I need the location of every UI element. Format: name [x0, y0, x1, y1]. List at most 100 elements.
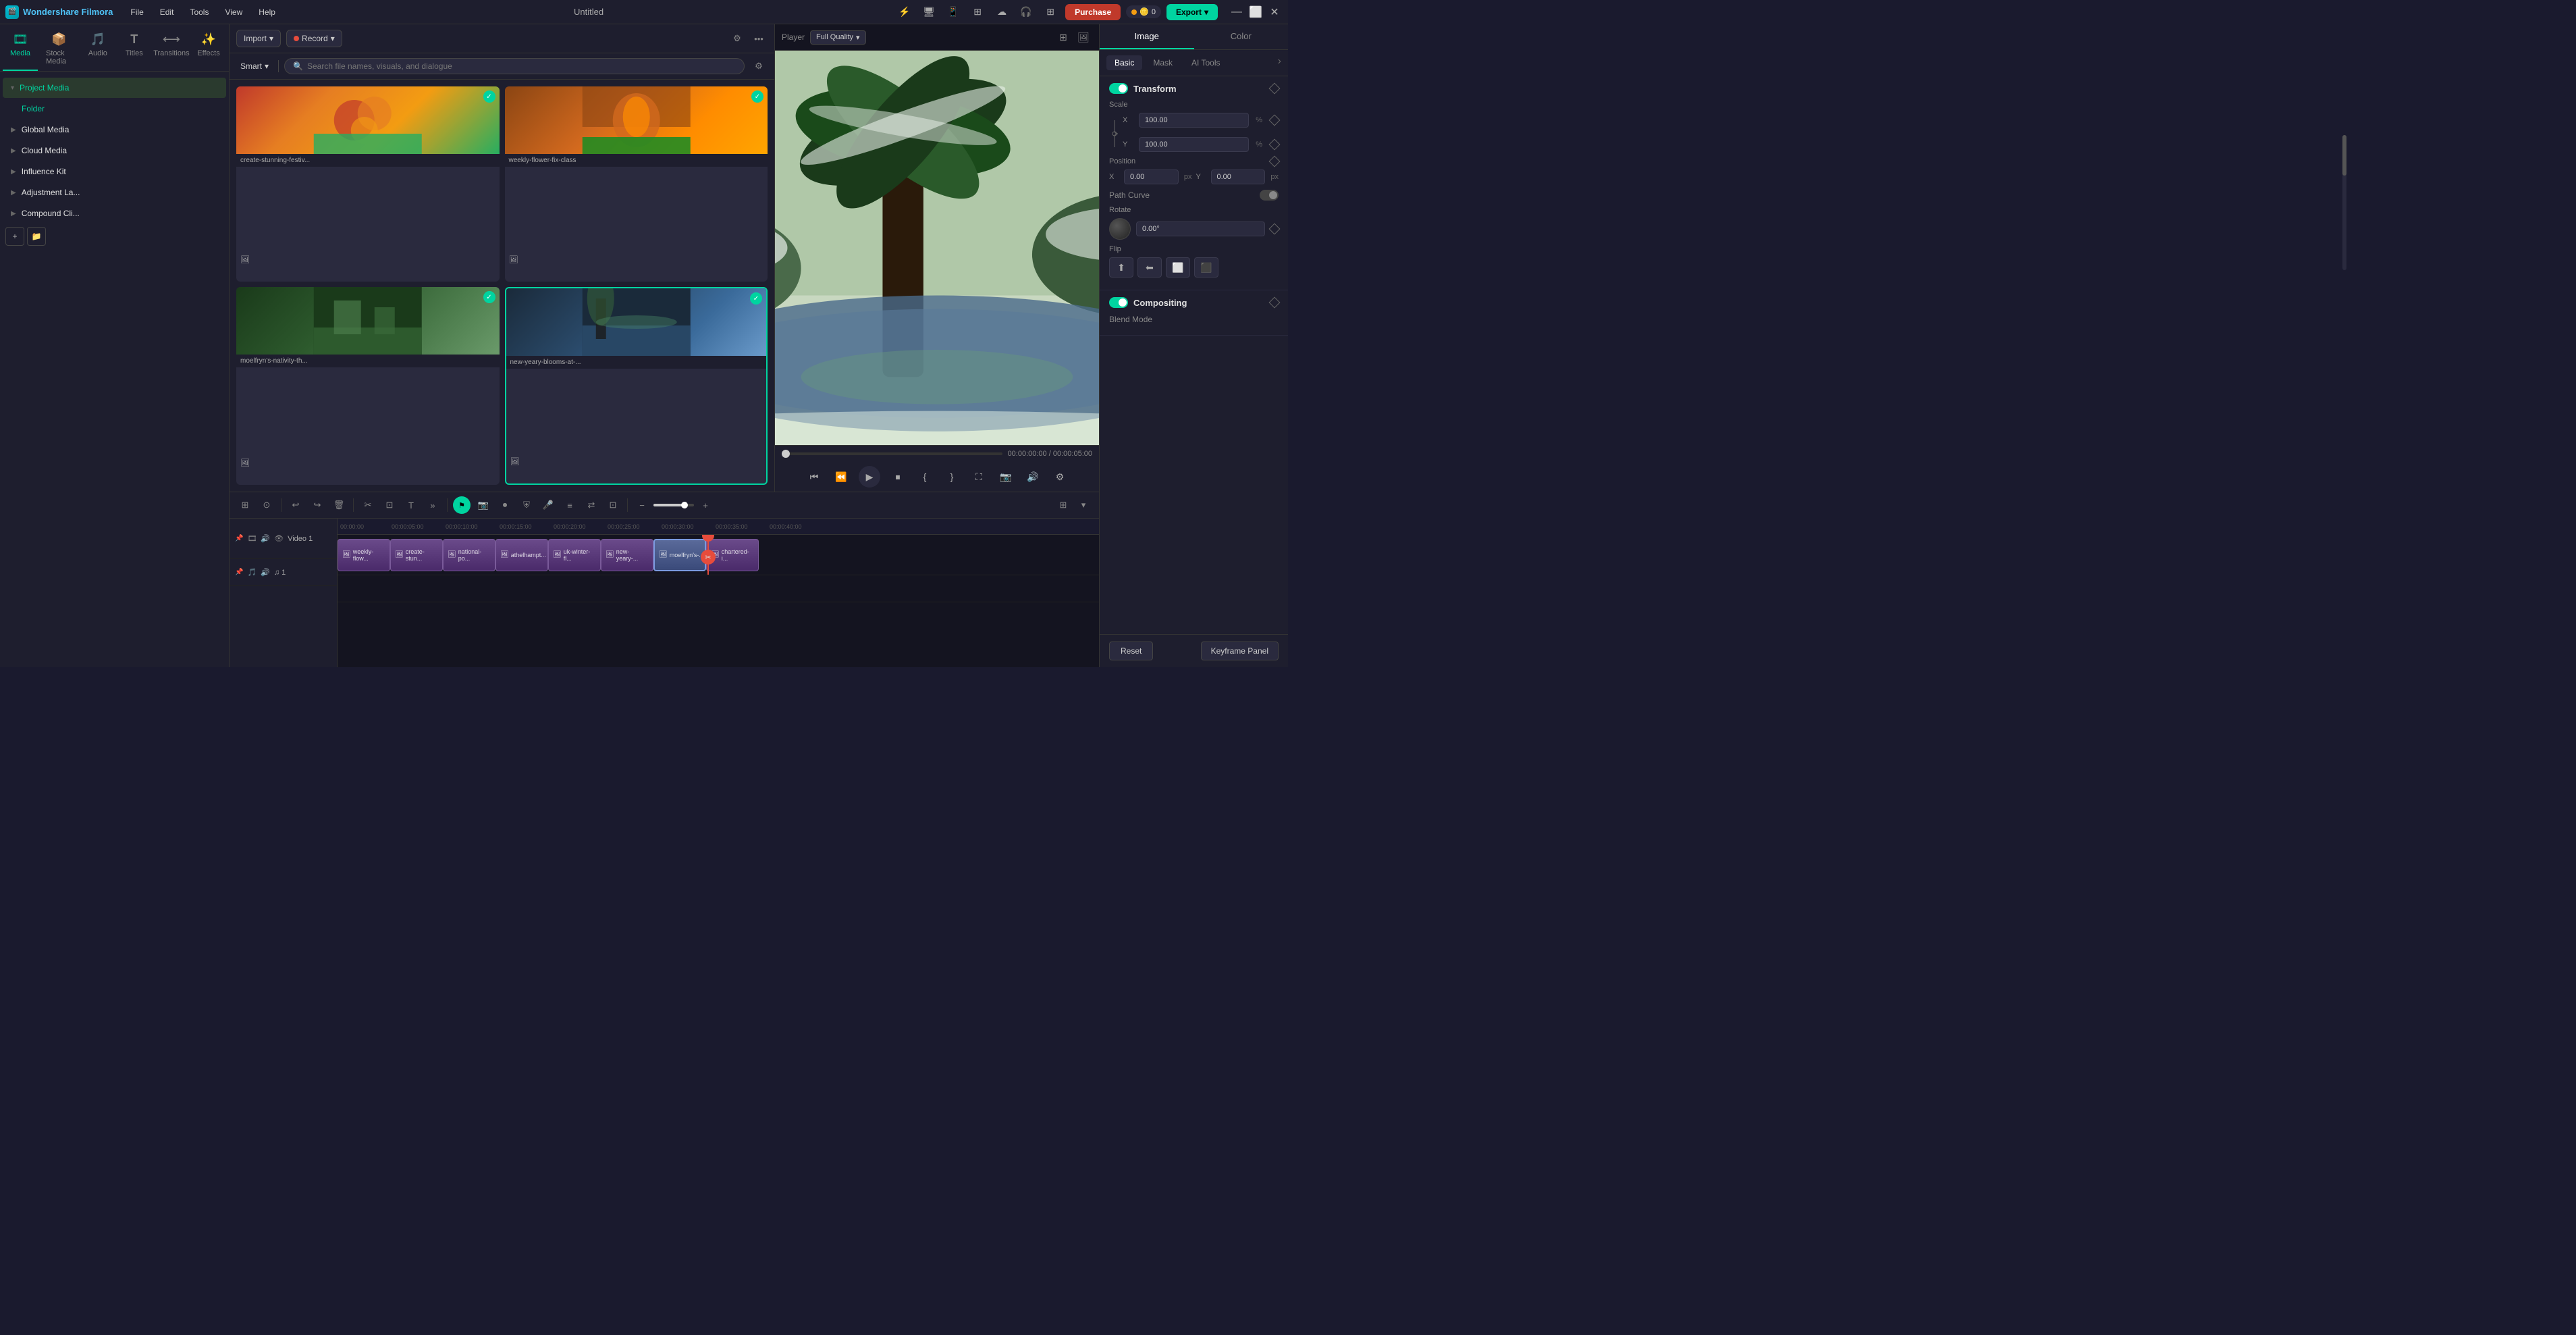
pos-x-input[interactable]: 0.00: [1124, 169, 1179, 184]
shield-button[interactable]: ⛨: [518, 496, 535, 514]
path-curve-toggle[interactable]: [1260, 190, 1279, 201]
sidebar-item-compound[interactable]: ▶ Compound Cli...: [3, 203, 226, 224]
minimize-button[interactable]: —: [1229, 4, 1245, 20]
text-button[interactable]: T: [402, 496, 420, 514]
export-button[interactable]: Export ▾: [1166, 4, 1218, 20]
search-input-wrap[interactable]: 🔍: [284, 58, 745, 74]
crop-button[interactable]: ⊡: [381, 496, 398, 514]
rotate-keyframe-icon[interactable]: [1269, 224, 1281, 235]
sidebar-item-adjustment[interactable]: ▶ Adjustment La...: [3, 182, 226, 203]
mark-out-button[interactable]: }: [942, 467, 961, 486]
snap-button[interactable]: ⚑: [453, 496, 471, 514]
tab-stock-media[interactable]: 📦 Stock Media: [39, 28, 79, 71]
magnetic-button[interactable]: ⊙: [258, 496, 275, 514]
delete-button[interactable]: 🗑: [330, 496, 348, 514]
transform-keyframe-icon[interactable]: [1269, 83, 1281, 95]
fullscreen-button[interactable]: ⛶: [969, 467, 988, 486]
phone-icon[interactable]: 📱: [944, 3, 963, 22]
flip-mirror-button[interactable]: ⬛: [1194, 257, 1218, 278]
clip-national[interactable]: 🖼national-po...: [443, 539, 495, 571]
layout-icon[interactable]: ⊞: [1054, 496, 1072, 514]
menu-help[interactable]: Help: [252, 5, 282, 20]
sub-tab-ai-tools[interactable]: AI Tools: [1183, 55, 1228, 70]
camera-overlay-button[interactable]: 📷: [475, 496, 492, 514]
clip-create[interactable]: 🖼create-stun...: [390, 539, 443, 571]
flip-vertical-button[interactable]: ⬆: [1109, 257, 1133, 278]
tab-effects[interactable]: ✨ Effects: [191, 28, 226, 71]
menu-edit[interactable]: Edit: [153, 5, 181, 20]
redo-button[interactable]: ↪: [308, 496, 326, 514]
timeline-more-icon[interactable]: ▾: [1075, 496, 1092, 514]
menu-file[interactable]: File: [124, 5, 150, 20]
grid-icon[interactable]: ⊞: [1041, 3, 1060, 22]
plus-button[interactable]: +: [697, 496, 714, 514]
headphone-icon[interactable]: 🎧: [1017, 3, 1036, 22]
cloud-icon[interactable]: ☁: [992, 3, 1011, 22]
keyframe-panel-button[interactable]: Keyframe Panel: [1201, 642, 1279, 660]
add-track-button[interactable]: ⊞: [236, 496, 254, 514]
clip-athel[interactable]: 🖼athelhampt...: [495, 539, 548, 571]
scale-y-keyframe-icon[interactable]: [1269, 139, 1281, 151]
volume-button[interactable]: 🔊: [1023, 467, 1042, 486]
pos-y-input[interactable]: 0.00: [1211, 169, 1266, 184]
connect-icon[interactable]: ⚡: [895, 3, 914, 22]
rotate-wheel[interactable]: [1109, 218, 1131, 240]
reset-button[interactable]: Reset: [1109, 642, 1153, 660]
tab-media[interactable]: 🎞 Media: [3, 28, 38, 71]
clip-uk[interactable]: 🖼uk-winter-fl...: [548, 539, 601, 571]
scrollbar-thumb[interactable]: [2342, 135, 2346, 176]
sidebar-item-influence-kit[interactable]: ▶ Influence Kit: [3, 161, 226, 182]
menu-tools[interactable]: Tools: [183, 5, 215, 20]
grid-view-icon[interactable]: ⊞: [1054, 28, 1072, 46]
image-view-icon[interactable]: 🖼: [1075, 28, 1092, 46]
position-keyframe-icon[interactable]: [1269, 156, 1281, 167]
maximize-button[interactable]: ⬜: [1247, 4, 1264, 20]
record-tl-button[interactable]: ⏺: [496, 496, 514, 514]
mic-button[interactable]: 🎤: [539, 496, 557, 514]
swap-button[interactable]: ⇄: [583, 496, 600, 514]
import-folder-button[interactable]: 📁: [27, 227, 46, 246]
list-button[interactable]: ≡: [561, 496, 579, 514]
media-thumb-3[interactable]: 🖼 ✓ new-yeary-blooms-at-...: [505, 287, 768, 485]
scrubber-head[interactable]: [782, 450, 790, 458]
more-options-icon[interactable]: •••: [750, 30, 768, 47]
sidebar-item-cloud-media[interactable]: ▶ Cloud Media: [3, 140, 226, 161]
import-button[interactable]: Import ▾: [236, 30, 281, 47]
menu-view[interactable]: View: [218, 5, 249, 20]
sub-tab-mask[interactable]: Mask: [1145, 55, 1181, 70]
media-thumb-0[interactable]: 🖼 ✓ create-stunning-festiv...: [236, 86, 500, 282]
transform-toggle[interactable]: [1109, 83, 1128, 94]
sub-tabs-more-icon[interactable]: ›: [1278, 55, 1281, 70]
sidebar-item-project-media[interactable]: ▾ Project Media: [3, 78, 226, 98]
volume-head[interactable]: [681, 502, 688, 508]
mark-in-button[interactable]: {: [915, 467, 934, 486]
purchase-button[interactable]: Purchase: [1065, 4, 1121, 20]
sidebar-item-folder[interactable]: Folder: [3, 99, 226, 119]
extract-button[interactable]: ⊡: [604, 496, 622, 514]
more-tools-button[interactable]: »: [424, 496, 441, 514]
play-button[interactable]: ▶: [859, 466, 880, 488]
compositing-keyframe-icon[interactable]: [1269, 297, 1281, 309]
settings-button[interactable]: ⚙: [1050, 467, 1069, 486]
share-icon[interactable]: ⊞: [968, 3, 987, 22]
step-back-button[interactable]: ⏪: [832, 467, 851, 486]
tab-transitions[interactable]: ⟷ Transitions: [153, 28, 190, 71]
flip-horizontal-button[interactable]: ⬅: [1137, 257, 1162, 278]
scrollbar[interactable]: [2342, 135, 2346, 270]
smart-select[interactable]: Smart ▾: [236, 59, 273, 74]
volume-slider[interactable]: [653, 504, 694, 506]
scale-y-input[interactable]: 100.00: [1139, 137, 1249, 152]
scrubber-track[interactable]: [782, 452, 1002, 455]
scale-x-keyframe-icon[interactable]: [1269, 115, 1281, 126]
search-input[interactable]: [307, 61, 736, 71]
minus-button[interactable]: −: [633, 496, 651, 514]
right-tab-image[interactable]: Image: [1100, 24, 1194, 49]
tab-titles[interactable]: T Titles: [117, 28, 152, 71]
clip-moelfryn[interactable]: 🖼moelfryn's-...: [653, 539, 706, 571]
sub-tab-basic[interactable]: Basic: [1106, 55, 1142, 70]
undo-button[interactable]: ↩: [287, 496, 304, 514]
add-folder-button[interactable]: +: [5, 227, 24, 246]
flip-reset-button[interactable]: ⬜: [1166, 257, 1190, 278]
search-settings-icon[interactable]: ⚙: [750, 57, 768, 75]
right-tab-color[interactable]: Color: [1194, 24, 1289, 49]
